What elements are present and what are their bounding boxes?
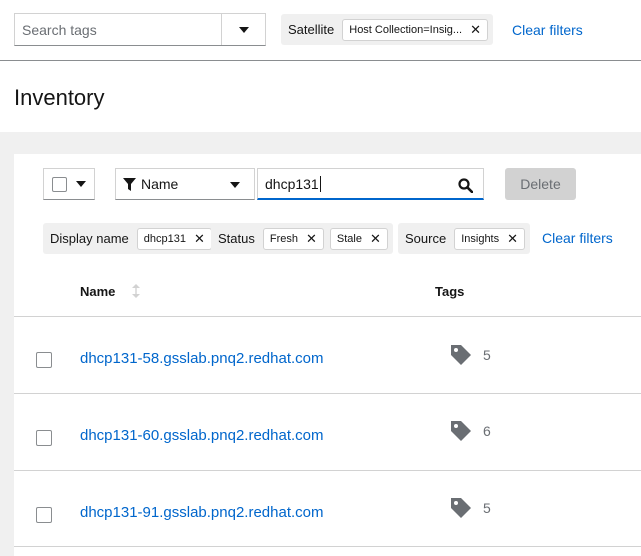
- chip-group-status: Status Fresh ✕ Stale ✕: [211, 223, 393, 254]
- filter-attribute-select[interactable]: Name: [115, 168, 255, 200]
- chip-label: Fresh: [269, 232, 298, 245]
- tag-count: 5: [483, 500, 491, 516]
- divider: [14, 546, 641, 547]
- chip-label: Stale: [336, 232, 362, 245]
- tag-search-select[interactable]: Search tags: [14, 13, 266, 46]
- row-checkbox[interactable]: [36, 507, 52, 523]
- filter-chip: Insights ✕: [454, 227, 526, 250]
- host-name-link[interactable]: dhcp131-60.gsslab.pnq2.redhat.com: [80, 427, 324, 444]
- close-icon[interactable]: ✕: [470, 23, 481, 36]
- global-filter-bar: Search tags Satellite Host Collection=In…: [0, 0, 641, 61]
- tag-icon: [451, 421, 471, 441]
- clear-filters-link[interactable]: Clear filters: [512, 22, 583, 38]
- tags-cell[interactable]: 5: [450, 344, 491, 366]
- chip-label: Insights: [461, 232, 500, 245]
- chip-group-label: Source: [405, 231, 447, 246]
- row-checkbox[interactable]: [36, 352, 52, 368]
- close-icon[interactable]: ✕: [306, 232, 317, 245]
- tag-icon: [451, 498, 471, 518]
- filter-icon: [123, 177, 136, 191]
- column-header-tags: Tags: [435, 284, 465, 299]
- chip-group-label: Satellite: [288, 22, 335, 37]
- tag-count: 6: [483, 423, 491, 439]
- filter-attribute-label: Name: [141, 176, 179, 192]
- chip-group-source: Source Insights ✕: [398, 223, 531, 254]
- divider: [14, 470, 641, 471]
- filter-chip: dhcp131 ✕: [136, 227, 212, 250]
- divider: [14, 316, 641, 317]
- close-icon[interactable]: ✕: [194, 232, 205, 245]
- tag-search-toggle[interactable]: [222, 14, 265, 45]
- clear-filters-link[interactable]: Clear filters: [542, 230, 613, 246]
- tag-count: 5: [483, 347, 491, 363]
- close-icon[interactable]: ✕: [507, 232, 518, 245]
- tag-search-input[interactable]: Search tags: [15, 14, 222, 45]
- chip-label: Host Collection=Insig...: [349, 23, 463, 36]
- tags-cell[interactable]: 5: [450, 497, 491, 519]
- filter-chip: Host Collection=Insig... ✕: [342, 18, 488, 41]
- page-header: Inventory: [0, 61, 641, 132]
- tag-icon: [451, 345, 471, 365]
- search-value: dhcp131: [265, 175, 319, 192]
- chip-label: dhcp131: [143, 232, 186, 245]
- tags-cell[interactable]: 6: [450, 420, 491, 442]
- divider: [14, 393, 641, 394]
- chip-group-label: Status: [218, 231, 255, 246]
- search-icon[interactable]: [458, 178, 473, 193]
- page-title: Inventory: [14, 85, 105, 110]
- row-checkbox[interactable]: [36, 430, 52, 446]
- column-header-name[interactable]: Name: [80, 284, 115, 299]
- chip-group-display-name: Display name dhcp131 ✕: [43, 223, 217, 254]
- caret-down-icon: [230, 182, 240, 188]
- chip-group-satellite: Satellite Host Collection=Insig... ✕: [281, 14, 493, 45]
- name-search-input[interactable]: dhcp131: [257, 168, 484, 200]
- delete-button[interactable]: Delete: [505, 168, 576, 200]
- close-icon[interactable]: ✕: [370, 232, 381, 245]
- host-name-link[interactable]: dhcp131-91.gsslab.pnq2.redhat.com: [80, 504, 324, 521]
- sort-icon[interactable]: [132, 284, 140, 298]
- bulk-select-checkbox[interactable]: [52, 176, 67, 192]
- host-name-link[interactable]: dhcp131-58.gsslab.pnq2.redhat.com: [80, 350, 324, 367]
- bulk-select-dropdown[interactable]: [43, 168, 95, 200]
- caret-down-icon[interactable]: [76, 181, 86, 187]
- caret-down-icon: [238, 26, 249, 33]
- filter-chip: Fresh ✕: [262, 227, 324, 250]
- chip-group-label: Display name: [50, 231, 129, 246]
- filter-chip: Stale ✕: [329, 227, 388, 250]
